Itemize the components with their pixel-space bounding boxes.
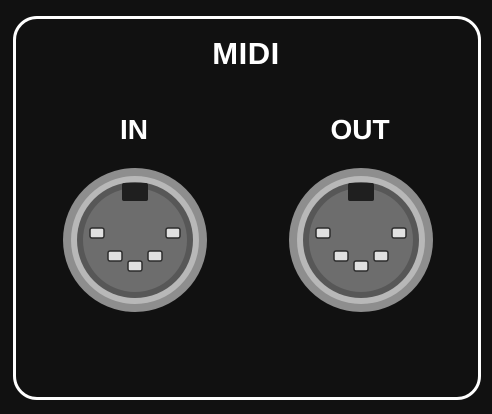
midi-out-label: OUT xyxy=(330,114,390,145)
din-5-pin-connector-icon xyxy=(63,168,207,312)
midi-panel-frame: MIDI IN OUT xyxy=(0,0,492,414)
din-5-pin-connector-icon xyxy=(289,168,433,312)
panel-title: MIDI xyxy=(212,36,280,71)
midi-out-port[interactable] xyxy=(286,165,436,315)
midi-in-port[interactable] xyxy=(60,165,210,315)
midi-in-label: IN xyxy=(120,114,148,145)
